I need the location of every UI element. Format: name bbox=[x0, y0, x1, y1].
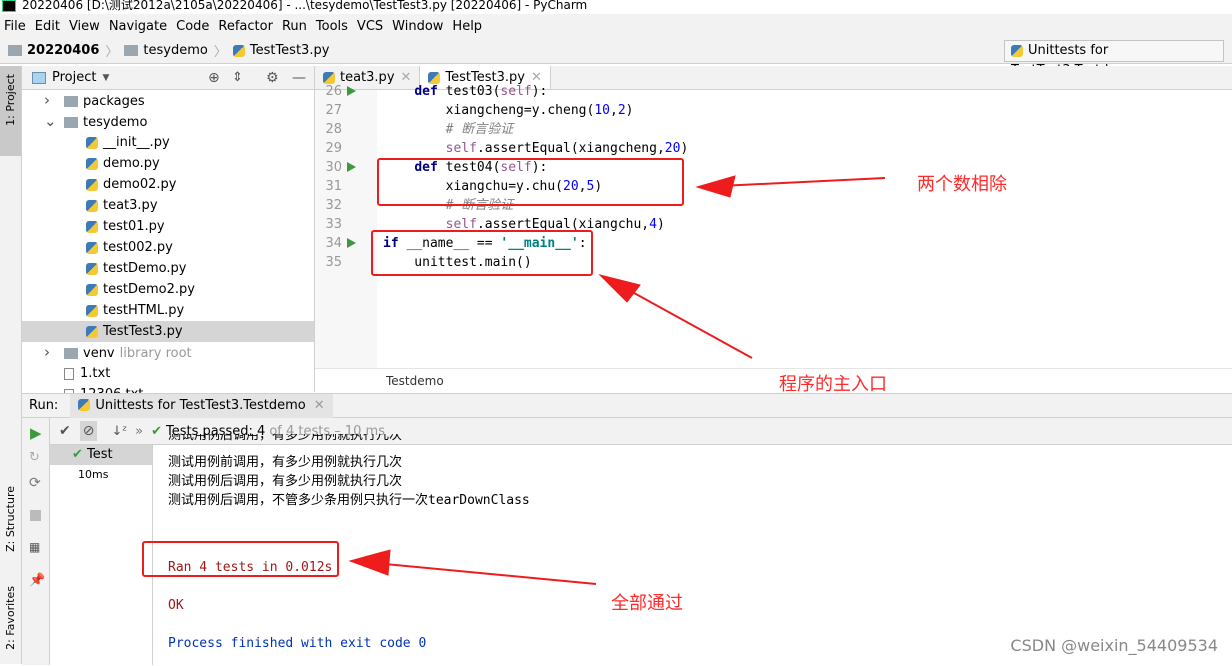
arrow-head bbox=[695, 175, 736, 198]
annotation-main-entry: 程序的主入口 bbox=[779, 374, 887, 395]
annotation-arrows bbox=[348, 175, 886, 585]
arrow-head bbox=[598, 274, 641, 303]
arrow-main bbox=[624, 287, 753, 359]
arrow-pass bbox=[374, 562, 597, 585]
annotation-divide: 两个数相除 bbox=[917, 174, 1007, 195]
annotation-all-pass: 全部通过 bbox=[611, 593, 683, 614]
arrow-head bbox=[348, 549, 391, 576]
watermark: CSDN @weixin_54409534 bbox=[1010, 636, 1218, 655]
arrow-divide bbox=[719, 177, 886, 187]
